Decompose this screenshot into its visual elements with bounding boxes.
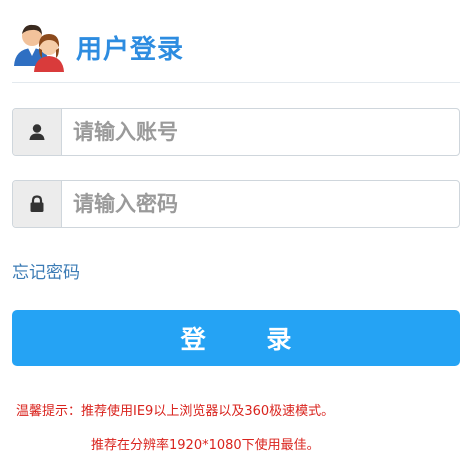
header-divider bbox=[12, 82, 460, 83]
login-header: 用户登录 bbox=[12, 22, 184, 72]
username-addon bbox=[13, 109, 62, 155]
password-addon bbox=[13, 181, 62, 227]
password-input[interactable] bbox=[62, 181, 459, 227]
login-page: 用户登录 忘记密码 登 录 温馨提示：推荐使用IE9以上浏览器以及360极速模式… bbox=[0, 0, 467, 467]
resolution-tip: 推荐在分辨率1920*1080下使用最佳。 bbox=[91, 438, 320, 453]
lock-icon bbox=[30, 195, 44, 212]
page-title: 用户登录 bbox=[76, 34, 185, 65]
username-field bbox=[12, 108, 460, 156]
browser-tip: 温馨提示：推荐使用IE9以上浏览器以及360极速模式。 bbox=[16, 404, 335, 419]
login-button[interactable]: 登 录 bbox=[12, 310, 460, 366]
username-input[interactable] bbox=[62, 109, 459, 155]
user-icon bbox=[29, 124, 45, 140]
forgot-password-link[interactable]: 忘记密码 bbox=[12, 258, 80, 283]
users-icon bbox=[14, 24, 64, 72]
password-field bbox=[12, 180, 460, 228]
